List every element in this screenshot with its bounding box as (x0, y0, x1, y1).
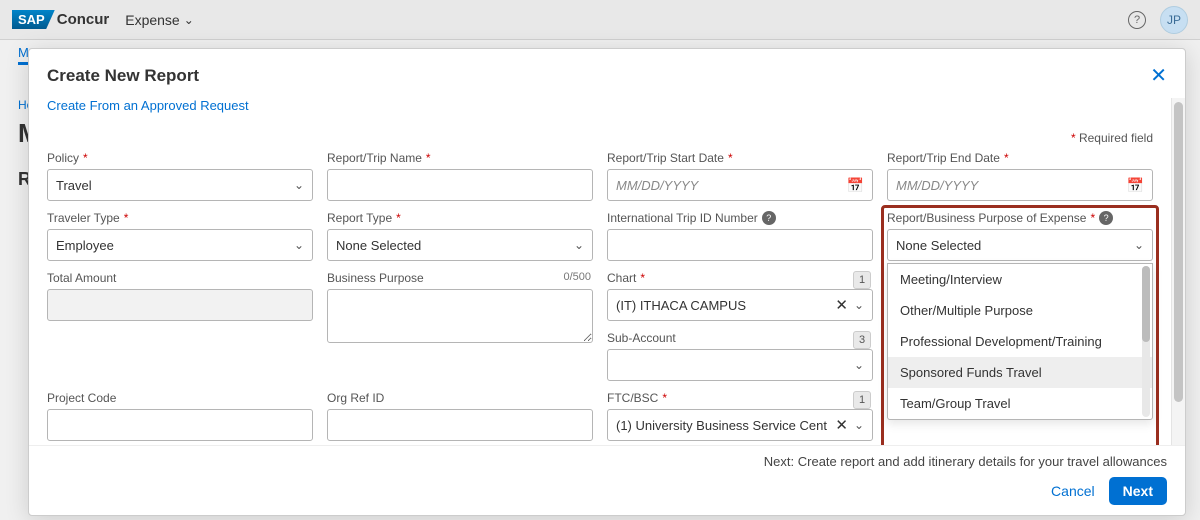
modal-body-wrap: Create From an Approved Request * Requir… (29, 98, 1185, 445)
label-sub-account: Sub-Account (607, 331, 873, 345)
field-end-date: Report/Trip End Date * MM/DD/YYYY📅 (887, 151, 1153, 201)
cancel-button[interactable]: Cancel (1051, 483, 1095, 499)
char-counter: 0/500 (563, 271, 591, 283)
intl-trip-input[interactable] (607, 229, 873, 261)
modal-body: Create From an Approved Request * Requir… (29, 98, 1171, 445)
dropdown-item[interactable]: Sponsored Funds Travel (888, 357, 1152, 388)
help-icon[interactable]: ? (762, 211, 776, 225)
label-project-code: Project Code (47, 391, 313, 405)
label-trip-name: Report/Trip Name * (327, 151, 593, 165)
label-chart: Chart * (607, 271, 873, 285)
chevron-down-icon: ⌄ (294, 178, 304, 192)
field-project-code: Project Code (47, 391, 313, 441)
field-purpose: Report/Business Purpose of Expense * ? N… (883, 207, 1157, 445)
label-intl-trip: International Trip ID Number ? (607, 211, 873, 225)
chart-select[interactable]: (IT) ITHACA CAMPUS✕⌄ (607, 289, 873, 321)
help-icon[interactable]: ? (1099, 211, 1113, 225)
label-business-purpose: Business Purpose (327, 271, 593, 285)
expense-menu-label: Expense (125, 12, 179, 28)
required-note: * Required field (47, 131, 1163, 145)
field-policy: Policy * Travel⌄ (47, 151, 313, 201)
total-amount-display (47, 289, 313, 321)
field-ftc-bsc: FTC/BSC * 1 (1) University Business Serv… (607, 391, 873, 441)
next-button[interactable]: Next (1109, 477, 1167, 505)
brand-logo: SAP Concur (12, 10, 109, 29)
label-purpose: Report/Business Purpose of Expense * ? (887, 211, 1153, 225)
help-icon[interactable]: ? (1128, 11, 1146, 29)
chevron-down-icon: ⌄ (854, 418, 864, 432)
label-org-ref: Org Ref ID (327, 391, 593, 405)
org-ref-input[interactable] (327, 409, 593, 441)
label-report-type: Report Type * (327, 211, 593, 225)
purpose-select[interactable]: None Selected⌄ (887, 229, 1153, 261)
project-code-input[interactable] (47, 409, 313, 441)
label-ftc-bsc: FTC/BSC * (607, 391, 873, 405)
badge-count: 3 (853, 331, 871, 349)
dropdown-scrollbar[interactable] (1142, 266, 1150, 417)
badge-count: 1 (853, 391, 871, 409)
label-policy: Policy * (47, 151, 313, 165)
label-end-date: Report/Trip End Date * (887, 151, 1153, 165)
chevron-down-icon: ⌄ (574, 238, 584, 252)
policy-select[interactable]: Travel⌄ (47, 169, 313, 201)
field-org-ref: Org Ref ID (327, 391, 593, 441)
clear-icon[interactable]: ✕ (835, 416, 848, 434)
footer-buttons: Cancel Next (1051, 477, 1167, 505)
close-icon[interactable]: ✕ (1150, 63, 1167, 88)
create-report-modal: Create New Report ✕ Create From an Appro… (28, 48, 1186, 516)
chevron-down-icon: ⌄ (294, 238, 304, 252)
field-business-purpose: Business Purpose 0/500 (327, 271, 593, 381)
trip-name-input[interactable] (327, 169, 593, 201)
field-trip-name: Report/Trip Name * (327, 151, 593, 201)
calendar-icon: 📅 (847, 177, 864, 194)
modal-scrollbar[interactable] (1171, 98, 1185, 445)
label-traveler-type: Traveler Type * (47, 211, 313, 225)
top-bar: SAP Concur Expense ⌄ ? JP (0, 0, 1200, 40)
field-start-date: Report/Trip Start Date * MM/DD/YYYY📅 (607, 151, 873, 201)
field-chart: Chart * 1 (IT) ITHACA CAMPUS✕⌄ (607, 271, 873, 321)
dropdown-item[interactable]: Professional Development/Training (888, 326, 1152, 357)
create-from-approved-link[interactable]: Create From an Approved Request (47, 98, 1163, 113)
topbar-left: SAP Concur Expense ⌄ (12, 10, 194, 29)
end-date-input[interactable]: MM/DD/YYYY📅 (887, 169, 1153, 201)
clear-icon[interactable]: ✕ (835, 296, 848, 314)
badge-count: 1 (853, 271, 871, 289)
ftc-bsc-select[interactable]: (1) University Business Service Cent✕⌄ (607, 409, 873, 441)
traveler-type-select[interactable]: Employee⌄ (47, 229, 313, 261)
field-total-amount: Total Amount (47, 271, 313, 321)
calendar-icon: 📅 (1127, 177, 1144, 194)
sub-account-select[interactable]: ⌄ (607, 349, 873, 381)
dropdown-item[interactable]: Team/Group Travel (888, 388, 1152, 419)
business-purpose-textarea[interactable] (327, 289, 593, 343)
concur-text: Concur (57, 11, 110, 28)
field-traveler-type: Traveler Type * Employee⌄ (47, 211, 313, 261)
chevron-down-icon: ⌄ (854, 358, 864, 372)
modal-title: Create New Report (47, 66, 199, 86)
chevron-down-icon: ⌄ (854, 298, 864, 312)
avatar[interactable]: JP (1160, 6, 1188, 34)
field-intl-trip: International Trip ID Number ? (607, 211, 873, 261)
form-grid: Policy * Travel⌄ Report/Trip Name * Repo… (47, 151, 1163, 441)
chevron-down-icon: ⌄ (184, 13, 194, 27)
field-report-type: Report Type * None Selected⌄ (327, 211, 593, 261)
modal-header: Create New Report ✕ (29, 49, 1185, 98)
footer-text: Next: Create report and add itinerary de… (764, 454, 1167, 469)
field-sub-account: Sub-Account 3 ⌄ (607, 331, 873, 381)
chevron-down-icon: ⌄ (1134, 238, 1144, 252)
report-type-select[interactable]: None Selected⌄ (327, 229, 593, 261)
topbar-right: ? JP (1128, 6, 1188, 34)
modal-footer: Next: Create report and add itinerary de… (29, 445, 1185, 515)
label-total-amount: Total Amount (47, 271, 313, 285)
sap-badge: SAP (12, 10, 55, 29)
dropdown-item[interactable]: Meeting/Interview (888, 264, 1152, 295)
label-start-date: Report/Trip Start Date * (607, 151, 873, 165)
expense-menu[interactable]: Expense ⌄ (125, 12, 194, 28)
purpose-dropdown: Meeting/Interview Other/Multiple Purpose… (887, 263, 1153, 420)
dropdown-item[interactable]: Other/Multiple Purpose (888, 295, 1152, 326)
start-date-input[interactable]: MM/DD/YYYY📅 (607, 169, 873, 201)
